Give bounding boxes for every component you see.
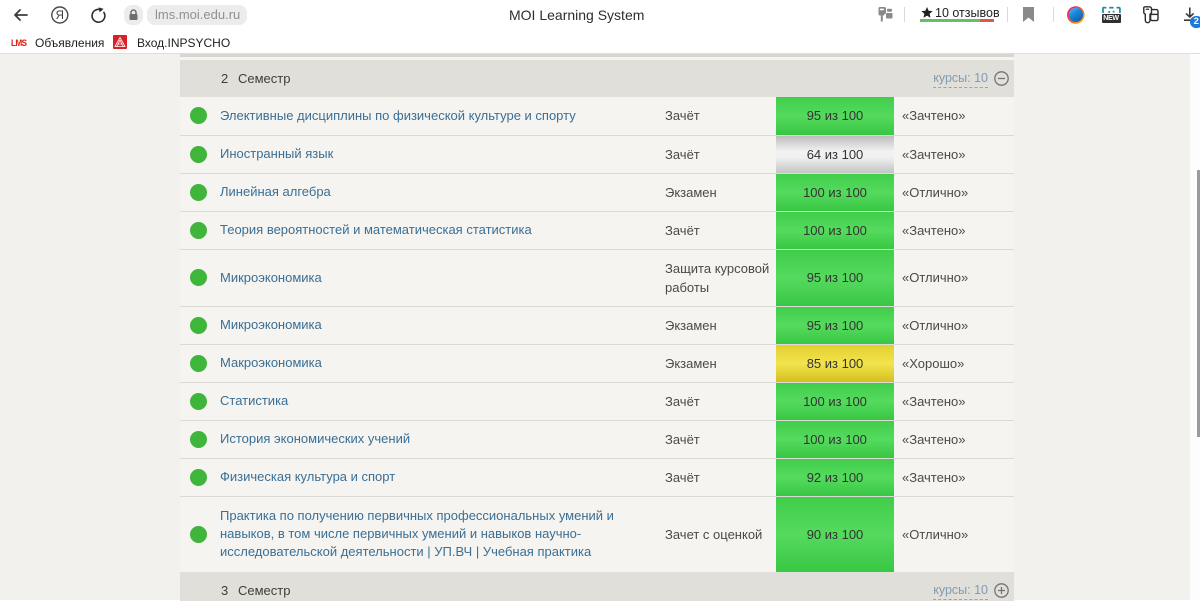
svg-text:Я: Я (56, 10, 64, 22)
